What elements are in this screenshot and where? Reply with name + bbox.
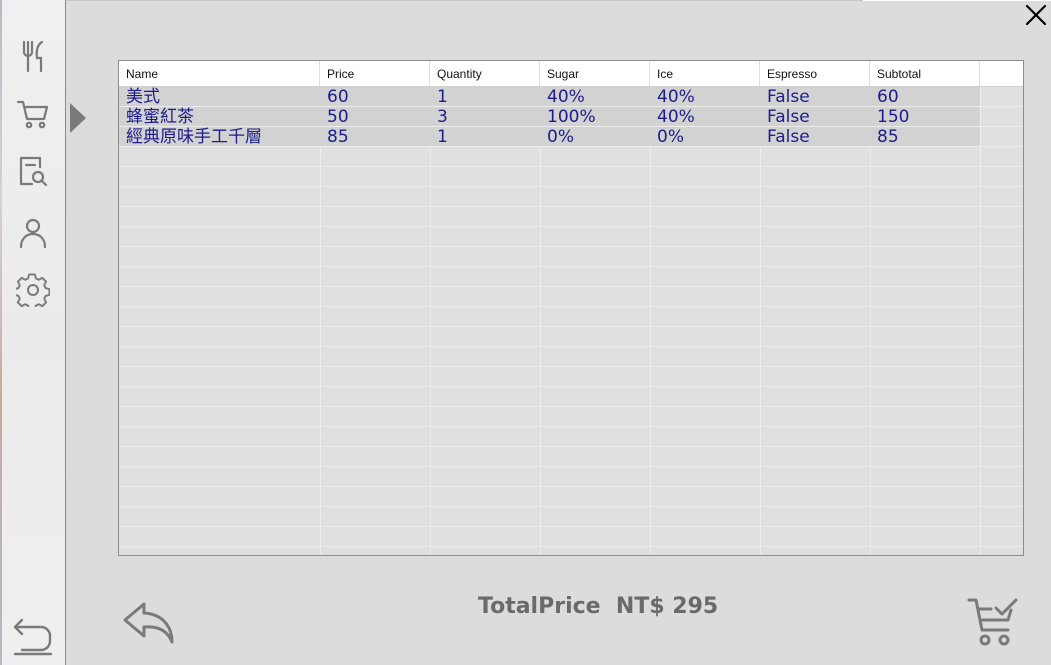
grid-hline bbox=[119, 526, 1023, 527]
grid-hline bbox=[119, 406, 1023, 407]
cell-ice: 40% bbox=[657, 87, 695, 106]
logout-arrow-icon bbox=[13, 618, 53, 656]
sidebar-item-settings[interactable] bbox=[14, 271, 52, 309]
close-button[interactable] bbox=[1023, 2, 1049, 28]
cell-price: 85 bbox=[327, 127, 349, 146]
table-row[interactable]: 經典原味手工千層 85 1 0% 0% False 85 bbox=[119, 127, 980, 146]
cell-quantity: 1 bbox=[437, 87, 448, 106]
back-arrow-icon bbox=[123, 602, 174, 644]
cell-name: 蜂蜜紅茶 bbox=[126, 107, 194, 126]
cell-price: 60 bbox=[327, 87, 349, 106]
cell-subtotal: 60 bbox=[877, 87, 899, 106]
grid-vline bbox=[760, 87, 761, 555]
cell-sugar: 100% bbox=[547, 107, 596, 126]
grid-hline bbox=[119, 546, 1023, 547]
grid-hline bbox=[119, 306, 1023, 307]
grid-hline bbox=[119, 466, 1023, 467]
grid-vline bbox=[980, 87, 981, 555]
grid-vline bbox=[650, 87, 651, 555]
sidebar-item-cart[interactable] bbox=[14, 95, 52, 133]
cell-espresso: False bbox=[767, 127, 810, 146]
active-indicator-icon bbox=[70, 103, 86, 133]
table-row[interactable]: 美式 60 1 40% 40% False 60 bbox=[119, 87, 980, 106]
table-header: Name Price Quantity Sugar Ice Espresso S… bbox=[119, 61, 1023, 87]
grid-hline bbox=[119, 326, 1023, 327]
top-border-right bbox=[863, 0, 1051, 1]
cell-sugar: 40% bbox=[547, 87, 585, 106]
sidebar-item-menu[interactable] bbox=[14, 37, 52, 75]
grid-hline bbox=[119, 346, 1023, 347]
cart-icon bbox=[16, 100, 49, 129]
logout-button[interactable] bbox=[12, 616, 54, 658]
column-header-ice[interactable]: Ice bbox=[650, 61, 760, 86]
grid-hline bbox=[119, 286, 1023, 287]
grid-vline bbox=[870, 87, 871, 555]
grid-vline bbox=[430, 87, 431, 555]
sidebar bbox=[0, 0, 66, 665]
cell-espresso: False bbox=[767, 87, 810, 106]
grid-hline bbox=[119, 206, 1023, 207]
grid-hline bbox=[119, 386, 1023, 387]
top-border bbox=[0, 0, 863, 1]
column-header-name[interactable]: Name bbox=[119, 61, 320, 86]
gear-icon bbox=[16, 273, 50, 307]
column-header-sugar[interactable]: Sugar bbox=[540, 61, 650, 86]
column-header-price[interactable]: Price bbox=[320, 61, 430, 86]
cell-espresso: False bbox=[767, 107, 810, 126]
grid-hline bbox=[119, 446, 1023, 447]
cell-name: 美式 bbox=[126, 87, 160, 106]
grid-vline bbox=[540, 87, 541, 555]
checkout-button[interactable] bbox=[966, 596, 1022, 648]
grid-vline bbox=[320, 87, 321, 555]
cart-check-icon bbox=[967, 598, 1018, 646]
cell-ice: 40% bbox=[657, 107, 695, 126]
grid-hline bbox=[119, 146, 1023, 147]
total-price: TotalPrice NT$ 295 bbox=[478, 594, 719, 619]
cell-subtotal: 150 bbox=[877, 107, 910, 126]
cell-quantity: 3 bbox=[437, 107, 448, 126]
cell-quantity: 1 bbox=[437, 127, 448, 146]
grid-hline bbox=[119, 486, 1023, 487]
order-table[interactable]: Name Price Quantity Sugar Ice Espresso S… bbox=[118, 60, 1024, 556]
grid-hline bbox=[119, 186, 1023, 187]
grid-hline bbox=[119, 166, 1023, 167]
cell-name: 經典原味手工千層 bbox=[126, 127, 262, 146]
grid-hline bbox=[119, 266, 1023, 267]
user-icon bbox=[19, 218, 47, 249]
column-header-espresso[interactable]: Espresso bbox=[760, 61, 870, 86]
utensils-icon bbox=[22, 40, 44, 73]
order-search-icon bbox=[19, 156, 48, 187]
grid-hline bbox=[119, 426, 1023, 427]
close-icon bbox=[1025, 4, 1047, 26]
column-header-subtotal[interactable]: Subtotal bbox=[870, 61, 980, 86]
grid-hline bbox=[119, 226, 1023, 227]
grid-hline bbox=[119, 246, 1023, 247]
sidebar-item-orders[interactable] bbox=[14, 152, 52, 190]
grid-hline bbox=[119, 366, 1023, 367]
back-button[interactable] bbox=[122, 600, 178, 648]
sidebar-edge bbox=[0, 0, 2, 665]
grid-hline bbox=[119, 506, 1023, 507]
table-row[interactable]: 蜂蜜紅茶 50 3 100% 40% False 150 bbox=[119, 107, 980, 126]
cell-ice: 0% bbox=[657, 127, 684, 146]
column-header-quantity[interactable]: Quantity bbox=[430, 61, 540, 86]
cell-price: 50 bbox=[327, 107, 349, 126]
cell-subtotal: 85 bbox=[877, 127, 899, 146]
sidebar-item-account[interactable] bbox=[14, 213, 52, 251]
cell-sugar: 0% bbox=[547, 127, 574, 146]
